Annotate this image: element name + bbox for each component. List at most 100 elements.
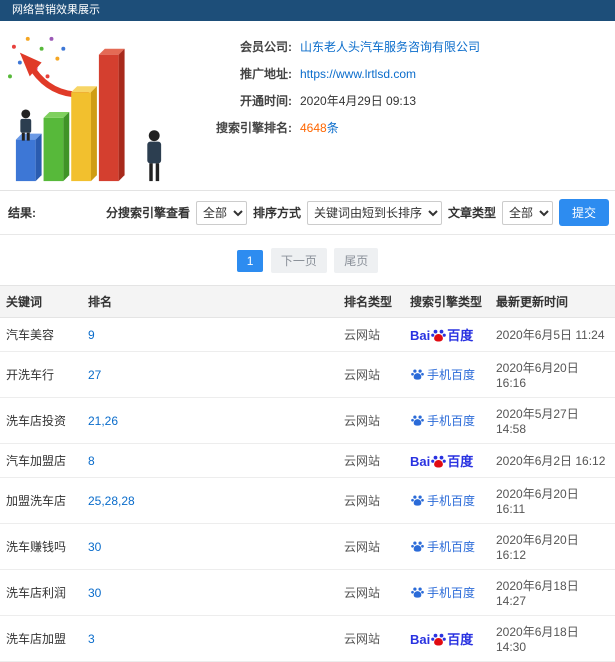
page-title: 网络营销效果展示 — [12, 4, 100, 16]
keyword-cell: 洗车店加盟 — [0, 615, 82, 662]
sort-mode-label: 排序方式 — [252, 206, 301, 220]
keyword-cell: 加盟洗车店 — [0, 477, 82, 524]
filter-controls: 分搜索引擎查看 全部 排序方式 关键词由短到长排序 文章类型 全部 提交 — [106, 199, 609, 226]
rank-count-number: 4648 — [300, 121, 327, 135]
rank-cell[interactable]: 21,26 — [82, 397, 338, 444]
baidu-paw-icon — [411, 587, 424, 598]
engine-cell: 手机百度 — [404, 351, 490, 398]
rank-type-cell: 云网站 — [338, 615, 404, 662]
result-label: 结果: — [8, 206, 36, 220]
table-row: 汽车美容 9 云网站 Bai 百度 2020年6月5日 11:24 — [0, 317, 615, 352]
submit-button[interactable]: 提交 — [558, 199, 609, 226]
baidu-paw-icon — [431, 633, 447, 646]
baidu-paw-icon — [411, 369, 424, 380]
engine-cell: Bai 百度 — [404, 317, 490, 352]
baidu-paw-icon — [411, 541, 424, 552]
rank-cell[interactable]: 30 — [82, 569, 338, 616]
keyword-cell: 洗车赚钱吗 — [0, 523, 82, 570]
article-type-select[interactable]: 全部 — [501, 200, 553, 225]
engine-cell: Bai 百度 — [404, 615, 490, 662]
baidu-logo: Bai 百度 — [410, 454, 474, 469]
table-row: 开洗车行 27 云网站 手机百度 2020年6月20日 16:16 — [0, 351, 615, 398]
baidu-paw-icon — [411, 495, 424, 506]
member-company-label: 会员公司: — [240, 40, 292, 54]
mobile-baidu-logo: 手机百度 — [410, 586, 475, 600]
table-row: 洗车店加盟 3 云网站 Bai 百度 2020年6月18日 14:30 — [0, 615, 615, 662]
baidu-paw-icon — [431, 329, 447, 342]
person-right-figure — [147, 130, 162, 182]
baidu-logo: Bai 百度 — [410, 632, 474, 647]
ranking-table-body: 汽车美容 9 云网站 Bai 百度 2020年6月5日 11:24 开洗车行 27 云网站 手机百… — [0, 317, 615, 662]
account-info-section: 会员公司: 山东老人头汽车服务咨询有限公司 推广地址: https://www.… — [0, 21, 615, 191]
keyword-cell: 开洗车行 — [0, 351, 82, 398]
col-keyword: 关键词 — [0, 285, 82, 318]
open-time-value: 2020年4月29日 09:13 — [300, 94, 417, 108]
article-type-label: 文章类型 — [447, 206, 496, 220]
rank-type-cell: 云网站 — [338, 397, 404, 444]
rank-type-cell: 云网站 — [338, 317, 404, 352]
mobile-baidu-logo: 手机百度 — [410, 540, 475, 554]
keyword-cell: 汽车加盟店 — [0, 443, 82, 478]
baidu-logo: Bai 百度 — [410, 328, 474, 343]
info-row-open-time: 开通时间: 2020年4月29日 09:13 — [180, 87, 615, 114]
page-last[interactable]: 尾页 — [334, 248, 379, 273]
time-cell: 2020年6月18日 14:30 — [490, 615, 615, 662]
page-title-bar: 网络营销效果展示 — [0, 0, 615, 21]
promo-url-link[interactable]: https://www.lrtlsd.com — [300, 67, 416, 81]
engine-rank-label: 搜索引擎排名: — [216, 121, 292, 135]
sort-mode-select[interactable]: 关键词由短到长排序 — [306, 200, 442, 225]
baidu-paw-icon — [431, 455, 447, 468]
rank-type-cell: 云网站 — [338, 351, 404, 398]
info-fields: 会员公司: 山东老人头汽车服务咨询有限公司 推广地址: https://www.… — [180, 21, 615, 190]
engine-cell: 手机百度 — [404, 569, 490, 616]
rank-cell[interactable]: 8 — [82, 443, 338, 478]
engine-filter-label: 分搜索引擎查看 — [105, 206, 190, 220]
time-cell: 2020年6月20日 16:11 — [490, 477, 615, 524]
time-cell: 2020年5月27日 14:58 — [490, 397, 615, 444]
illustration-container — [0, 21, 180, 190]
info-row-rank-count: 搜索引擎排名: 4648条 — [180, 114, 615, 141]
rank-cell[interactable]: 25,28,28 — [82, 477, 338, 524]
table-row: 汽车加盟店 8 云网站 Bai 百度 2020年6月2日 16:12 — [0, 443, 615, 478]
page-current[interactable]: 1 — [236, 250, 264, 272]
growth-chart-illustration — [8, 36, 162, 182]
col-engine-type: 搜索引擎类型 — [404, 285, 490, 318]
rank-cell[interactable]: 30 — [82, 523, 338, 570]
mobile-baidu-logo: 手机百度 — [410, 368, 475, 382]
table-row: 洗车店投资 21,26 云网站 手机百度 2020年5月27日 14:58 — [0, 397, 615, 444]
table-row: 洗车店利润 30 云网站 手机百度 2020年6月18日 14:27 — [0, 569, 615, 616]
col-update-time: 最新更新时间 — [490, 285, 615, 318]
rank-count-unit: 条 — [326, 121, 339, 135]
table-row: 加盟洗车店 25,28,28 云网站 手机百度 2020年6月20日 16:11 — [0, 477, 615, 524]
engine-cell: 手机百度 — [404, 523, 490, 570]
rank-type-cell: 云网站 — [338, 443, 404, 478]
engine-cell: Bai 百度 — [404, 443, 490, 478]
engine-cell: 手机百度 — [404, 477, 490, 524]
time-cell: 2020年6月2日 16:12 — [490, 443, 615, 478]
engine-cell: 手机百度 — [404, 397, 490, 444]
page-next[interactable]: 下一页 — [270, 248, 327, 273]
keyword-cell: 汽车美容 — [0, 317, 82, 352]
engine-filter-select[interactable]: 全部 — [195, 200, 247, 225]
rank-cell[interactable]: 3 — [82, 615, 338, 662]
rank-cell[interactable]: 9 — [82, 317, 338, 352]
engine-rank-value: 4648条 — [300, 119, 339, 136]
keyword-cell: 洗车店利润 — [0, 569, 82, 616]
mobile-baidu-logo: 手机百度 — [410, 494, 475, 508]
ranking-table: 关键词 排名 排名类型 搜索引擎类型 最新更新时间 汽车美容 9 云网站 Bai 百度 2… — [0, 285, 615, 662]
ranking-table-head: 关键词 排名 排名类型 搜索引擎类型 最新更新时间 — [0, 285, 615, 318]
time-cell: 2020年6月20日 16:12 — [490, 523, 615, 570]
member-company-link[interactable]: 山东老人头汽车服务咨询有限公司 — [300, 38, 480, 55]
keyword-cell: 洗车店投资 — [0, 397, 82, 444]
info-row-url: 推广地址: https://www.lrtlsd.com — [180, 60, 615, 87]
col-rank-type: 排名类型 — [338, 285, 404, 318]
time-cell: 2020年6月5日 11:24 — [490, 317, 615, 352]
info-row-company: 会员公司: 山东老人头汽车服务咨询有限公司 — [180, 33, 615, 60]
promo-url-label: 推广地址: — [240, 67, 292, 81]
time-cell: 2020年6月20日 16:16 — [490, 351, 615, 398]
rank-type-cell: 云网站 — [338, 569, 404, 616]
time-cell: 2020年6月18日 14:27 — [490, 569, 615, 616]
pagination: 1 下一页 尾页 — [0, 235, 615, 285]
rank-cell[interactable]: 27 — [82, 351, 338, 398]
rank-type-cell: 云网站 — [338, 523, 404, 570]
